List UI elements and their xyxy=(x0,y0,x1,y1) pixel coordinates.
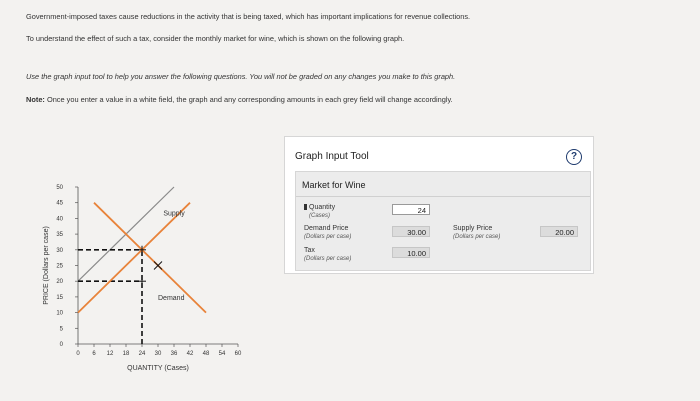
x-tick-label: 60 xyxy=(235,351,242,357)
graph-input-tool: Graph Input Tool ? Market for Wine Quant… xyxy=(284,136,594,274)
x-tick-label: 18 xyxy=(123,351,130,357)
y-tick-label: 25 xyxy=(56,264,63,270)
y-axis-title: PRICE (Dollars per case) xyxy=(43,226,50,305)
x-tick-label: 30 xyxy=(155,351,162,357)
y-tick-label: 30 xyxy=(56,248,63,254)
y-tick-label: 40 xyxy=(56,216,63,222)
x-tick-label: 36 xyxy=(171,351,178,357)
y-tick-label: 45 xyxy=(56,201,63,207)
x-tick-label: 42 xyxy=(187,351,194,357)
demand-curve xyxy=(93,202,207,314)
quantity-bullet-icon xyxy=(304,204,307,211)
y-tick-label: 5 xyxy=(60,326,64,332)
y-tick-label: 20 xyxy=(56,279,63,285)
tax-label-block: Tax (Dollars per case) xyxy=(304,247,351,262)
demand-price-label: Demand Price xyxy=(304,225,349,232)
x-tick-label: 48 xyxy=(203,351,210,357)
x-tick-label: 12 xyxy=(107,351,114,357)
wine-market-graph[interactable]: 0 6 12 18 24 30 36 42 48 54 60 0 5 10 15 20 25 30 35 40 45 50… xyxy=(36,172,246,377)
market-panel: Market for Wine Quantity (Cases) 24 Dema… xyxy=(295,171,591,271)
y-tick-label: 0 xyxy=(60,342,64,348)
y-tick-label: 35 xyxy=(56,232,63,238)
x-tick-label: 24 xyxy=(139,351,146,357)
x-tick-label: 54 xyxy=(219,351,226,357)
market-title: Market for Wine xyxy=(302,180,366,190)
help-icon[interactable]: ? xyxy=(566,149,582,165)
note-label: Note: xyxy=(26,95,45,104)
intro-line-1: Government-imposed taxes cause reduction… xyxy=(26,12,471,21)
x-axis-title: QUANTITY (Cases) xyxy=(127,365,189,372)
supply-curve-label: Supply xyxy=(163,210,185,217)
y-tick-label: 15 xyxy=(56,295,63,301)
supply-price-field: 20.00 xyxy=(540,226,578,237)
instructions-line-1: Use the graph input tool to help you ans… xyxy=(26,72,456,81)
intro-line-2: To understand the effect of such a tax, … xyxy=(26,34,405,43)
quantity-unit: (Cases) xyxy=(309,212,331,219)
x-tick-label: 0 xyxy=(76,351,80,357)
equilibrium-marker xyxy=(153,261,163,270)
demand-curve-label: Demand xyxy=(158,295,185,302)
x-tick-label: 6 xyxy=(92,351,96,357)
quantity-input[interactable]: 24 xyxy=(392,204,430,215)
market-divider xyxy=(296,196,590,197)
quantity-label: Quantity xyxy=(309,204,336,211)
tax-unit: (Dollars per case) xyxy=(304,255,352,262)
supply-price-label: Supply Price xyxy=(453,225,493,232)
note-line: Note: Once you enter a value in a white … xyxy=(26,95,453,105)
demand-price-label-block: Demand Price (Dollars per case) xyxy=(304,225,351,240)
note-text: Once you enter a value in a white field,… xyxy=(46,95,453,104)
supply-price-unit: (Dollars per case) xyxy=(453,233,501,240)
quantity-label-block: Quantity (Cases) xyxy=(304,204,335,219)
y-tick-label: 50 xyxy=(56,185,63,191)
tax-label: Tax xyxy=(304,247,315,254)
graph-marks xyxy=(77,186,207,344)
graph-input-tool-title: Graph Input Tool xyxy=(295,151,369,162)
demand-price-unit: (Dollars per case) xyxy=(304,233,352,240)
demand-price-field: 30.00 xyxy=(392,226,430,237)
y-tick-label: 10 xyxy=(56,311,63,317)
price-marker xyxy=(138,277,146,286)
supply-price-label-block: Supply Price (Dollars per case) xyxy=(453,225,500,240)
tax-field: 10.00 xyxy=(392,247,430,258)
